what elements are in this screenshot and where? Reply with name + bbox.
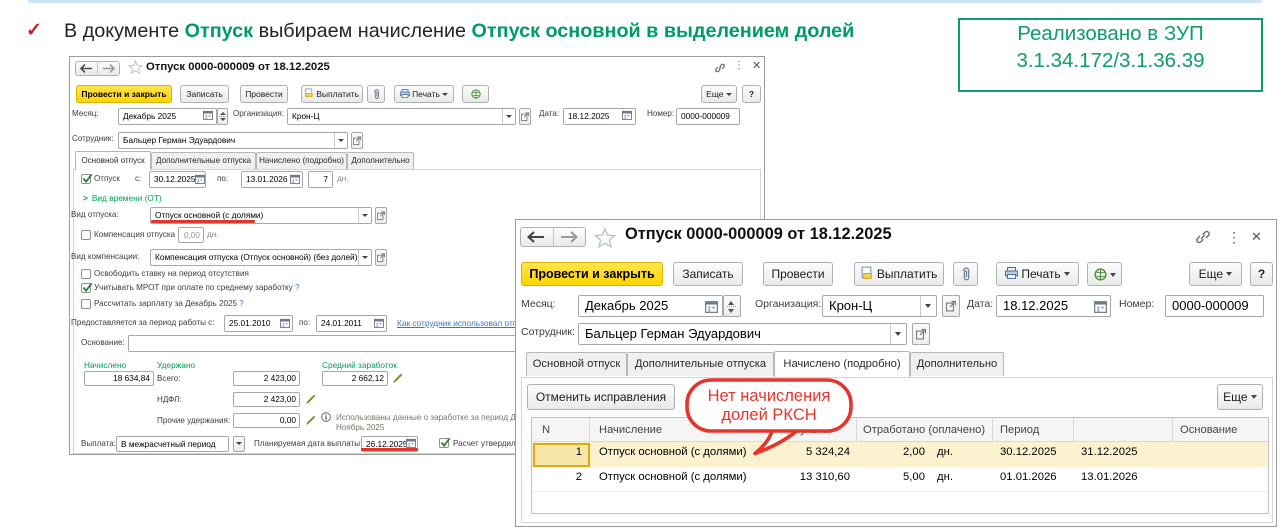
svg-text:Нет начисления: Нет начисления: [708, 387, 831, 405]
svg-text:долей РКСН: долей РКСН: [721, 406, 816, 424]
